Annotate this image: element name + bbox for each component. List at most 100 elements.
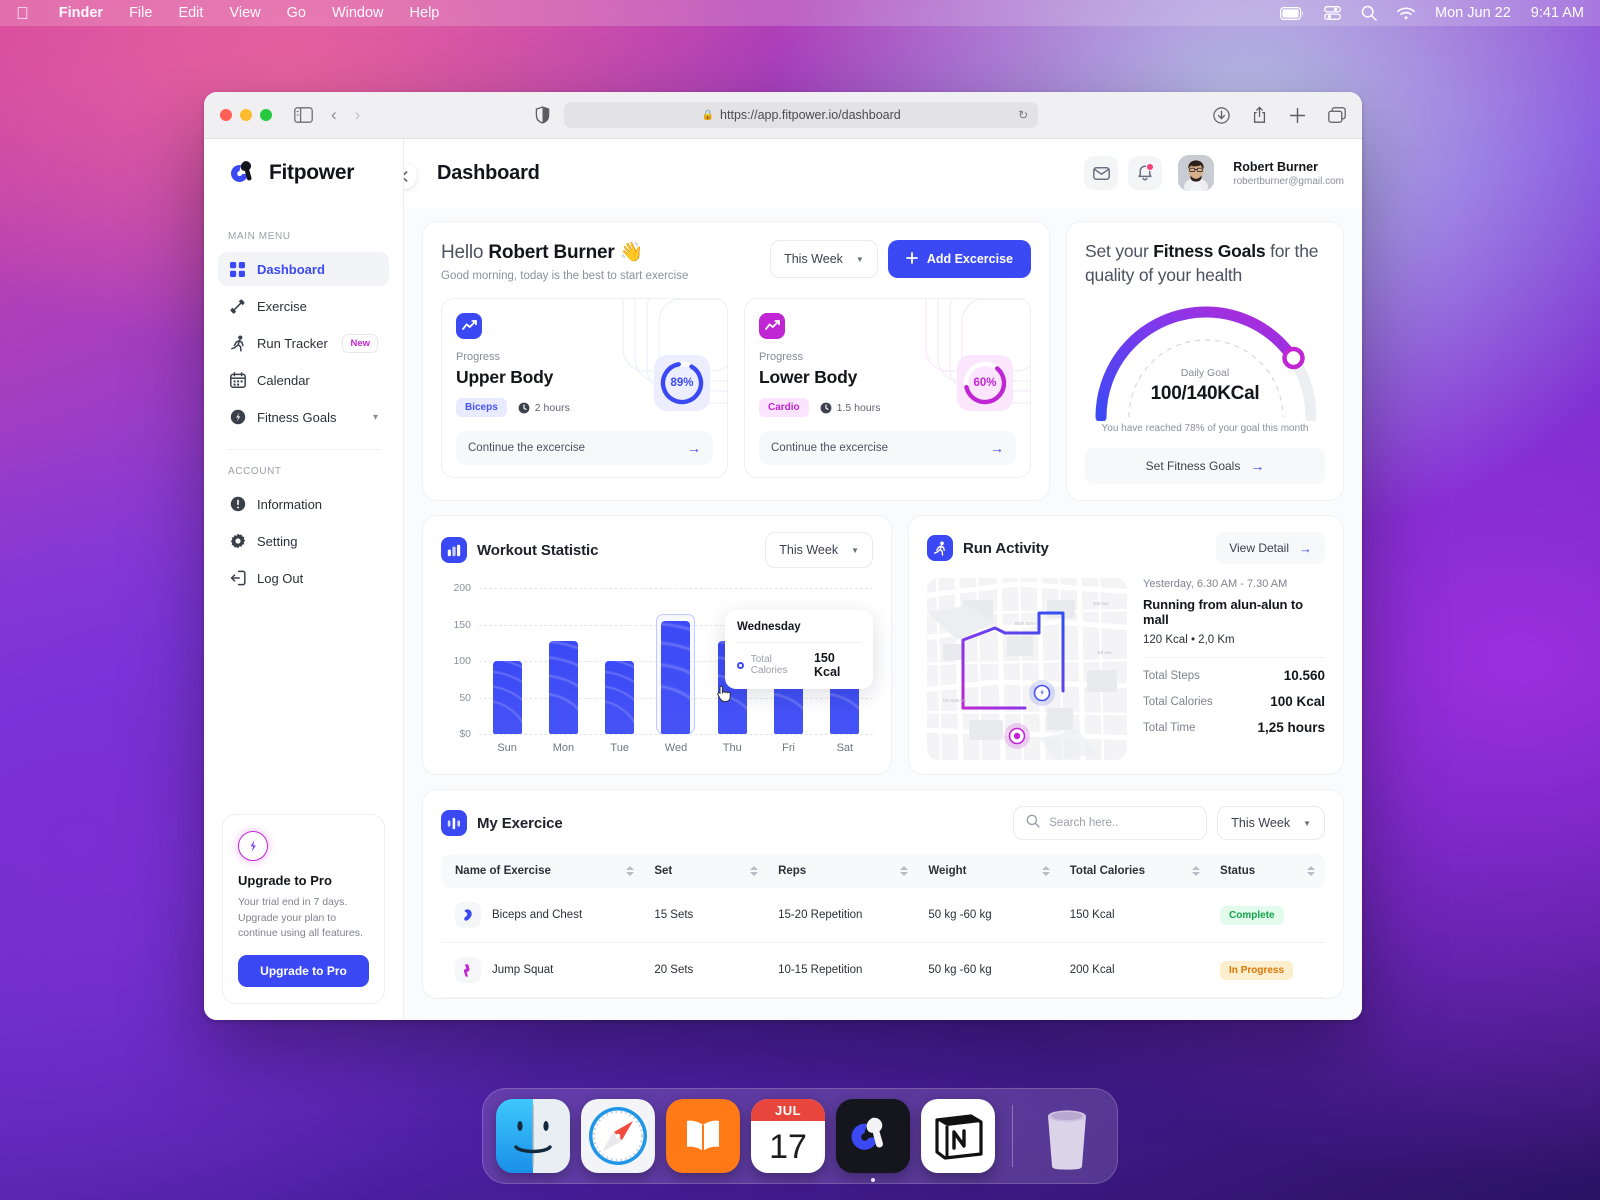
menubar-item-edit[interactable]: Edit [178, 5, 203, 21]
sidebar-item-setting[interactable]: Setting [218, 524, 389, 558]
minimize-window-button[interactable] [240, 109, 252, 121]
new-tab-icon[interactable] [1289, 107, 1306, 124]
hello-period-select[interactable]: This Week ▼ [770, 240, 878, 278]
apple-logo-icon[interactable]:  [16, 5, 29, 22]
maximize-window-button[interactable] [260, 109, 272, 121]
chart-bar-slot[interactable] [592, 588, 648, 735]
continue-exercise-button-lower[interactable]: Continue the excercise → [759, 431, 1016, 465]
view-detail-button[interactable]: View Detail → [1216, 532, 1325, 565]
runner-icon [927, 535, 953, 562]
chart-bar[interactable] [605, 661, 635, 735]
target-icon [229, 409, 246, 426]
run-activity-metrics: 120 Kcal • 2,0 Km [1143, 634, 1235, 647]
dock-item-fitpower[interactable] [836, 1099, 910, 1182]
app-header: Dashboard Robert Burner robertburner@gma… [404, 139, 1362, 207]
sidebar-item-label: Setting [257, 533, 298, 549]
menubar-item-view[interactable]: View [229, 5, 260, 21]
upgrade-to-pro-button[interactable]: Upgrade to Pro [238, 955, 369, 987]
search-input[interactable] [1049, 817, 1195, 830]
gridline [479, 734, 873, 736]
goals-note: You have reached 78% of your goal this m… [1101, 423, 1309, 435]
clock-icon [518, 402, 530, 413]
user-info[interactable]: Robert Burner robertburner@gmail.com [1233, 160, 1344, 187]
progress-tag: Biceps [456, 398, 507, 417]
upgrade-card: Upgrade to Pro Your trial end in 7 days.… [222, 813, 385, 1004]
sidebar-toggle-icon[interactable] [294, 107, 313, 123]
column-header-name[interactable]: Name of Exercise [441, 854, 645, 889]
menubar-item-window[interactable]: Window [332, 5, 384, 21]
sidebar-item-information[interactable]: Information [218, 487, 389, 521]
address-bar[interactable]: 🔒 https://app.fitpower.io/dashboard ↻ [564, 102, 1039, 128]
dock-item-trash[interactable] [1030, 1099, 1104, 1173]
close-window-button[interactable] [220, 109, 232, 121]
mail-button[interactable] [1084, 156, 1119, 190]
set-fitness-goals-button[interactable]: Set Fitness Goals → [1085, 448, 1325, 485]
shield-icon[interactable] [535, 106, 550, 124]
dock-item-notion[interactable] [921, 1099, 995, 1173]
forward-icon[interactable]: › [355, 105, 361, 125]
run-route-map[interactable]: 2nd Ave 3rd Ave Bath Street KK NAGAR [927, 578, 1127, 761]
dock-item-safari[interactable] [581, 1099, 655, 1173]
bolt-icon [238, 830, 268, 861]
chart-bar[interactable] [661, 621, 691, 735]
table-period-select[interactable]: This Week ▼ [1217, 806, 1325, 841]
wifi-icon[interactable] [1397, 7, 1415, 20]
sidebar-item-fitness-goals[interactable]: Fitness Goals ▾ [218, 400, 389, 434]
column-header-status[interactable]: Status [1210, 854, 1325, 889]
chart-x-axis: Sun Mon Tue Wed Thu Fri Sat [479, 742, 873, 754]
search-box[interactable] [1013, 806, 1208, 841]
menubar-item-help[interactable]: Help [410, 5, 440, 21]
workout-period-select[interactable]: This Week ▼ [765, 532, 873, 569]
search-icon[interactable] [1361, 5, 1377, 21]
menubar-item-finder[interactable]: Finder [59, 5, 103, 21]
sidebar-item-calendar[interactable]: Calendar [218, 363, 389, 397]
control-center-icon[interactable] [1324, 6, 1341, 20]
table-row[interactable]: Jump Squat 20 Sets 10-15 Repetition 50 k… [441, 942, 1325, 999]
back-icon[interactable]: ‹ [331, 105, 337, 125]
chevron-down-icon[interactable]: ▾ [373, 412, 378, 423]
sidebar-item-label: Fitness Goals [257, 409, 337, 425]
column-header-reps[interactable]: Reps [768, 854, 919, 889]
brand-logo[interactable]: Fitpower [204, 139, 403, 207]
biceps-icon [455, 902, 481, 929]
notifications-button[interactable] [1128, 156, 1163, 190]
column-header-weight[interactable]: Weight [918, 854, 1060, 889]
sidebar-item-dashboard[interactable]: Dashboard [218, 252, 389, 286]
cell-calories: 200 Kcal [1059, 942, 1211, 999]
progress-card-upper-body[interactable]: Progress Upper Body Biceps 2 hours 89% C… [441, 298, 728, 478]
sidebar-item-log-out[interactable]: Log Out [218, 561, 389, 595]
sidebar-collapse-button[interactable] [404, 163, 417, 189]
add-exercise-button[interactable]: Add Excercise [887, 240, 1031, 278]
runner-icon [229, 335, 246, 352]
sidebar-item-exercise[interactable]: Exercise [218, 289, 389, 323]
chart-bar-slot[interactable] [535, 588, 591, 735]
fitpower-app: Fitpower MAIN MENU Dashboard Exercise Ru… [204, 139, 1362, 1020]
dashboard-row-2: Workout Statistic This Week ▼ 200 150 10… [422, 515, 1344, 776]
dock-item-finder[interactable] [496, 1099, 570, 1173]
share-icon[interactable] [1252, 106, 1267, 124]
menubar-item-go[interactable]: Go [287, 5, 306, 21]
reload-icon[interactable]: ↻ [1018, 108, 1028, 122]
download-icon[interactable] [1213, 106, 1230, 124]
dock-item-calendar[interactable]: JUL 17 [751, 1099, 825, 1173]
continue-exercise-button-upper[interactable]: Continue the excercise → [456, 431, 713, 465]
progress-card-lower-body[interactable]: Progress Lower Body Cardio 1.5 hours 60%… [744, 298, 1031, 478]
chart-bar-slot[interactable] [479, 588, 535, 735]
table-row[interactable]: Biceps and Chest 15 Sets 15-20 Repetitio… [441, 888, 1325, 944]
sidebar-item-run-tracker[interactable]: Run Tracker New [218, 326, 389, 360]
column-header-set[interactable]: Set [644, 854, 769, 889]
run-date: Yesterday, 6.30 AM - 7.30 AM [1143, 578, 1288, 591]
chart-bar[interactable] [548, 641, 578, 735]
chart-bar-slot[interactable] [648, 588, 704, 735]
tabs-icon[interactable] [1328, 107, 1346, 123]
avatar[interactable] [1178, 155, 1215, 191]
column-header-calories[interactable]: Total Calories [1059, 854, 1211, 889]
sort-icon [1307, 866, 1315, 877]
run-activity-title: Run Activity [963, 539, 1049, 557]
progress-percent: 89% [670, 377, 694, 389]
dock-item-books[interactable] [666, 1099, 740, 1173]
window-traffic-lights[interactable] [220, 109, 272, 121]
battery-icon[interactable] [1280, 6, 1304, 20]
chart-bar[interactable] [492, 661, 522, 735]
menubar-item-file[interactable]: File [129, 5, 152, 21]
